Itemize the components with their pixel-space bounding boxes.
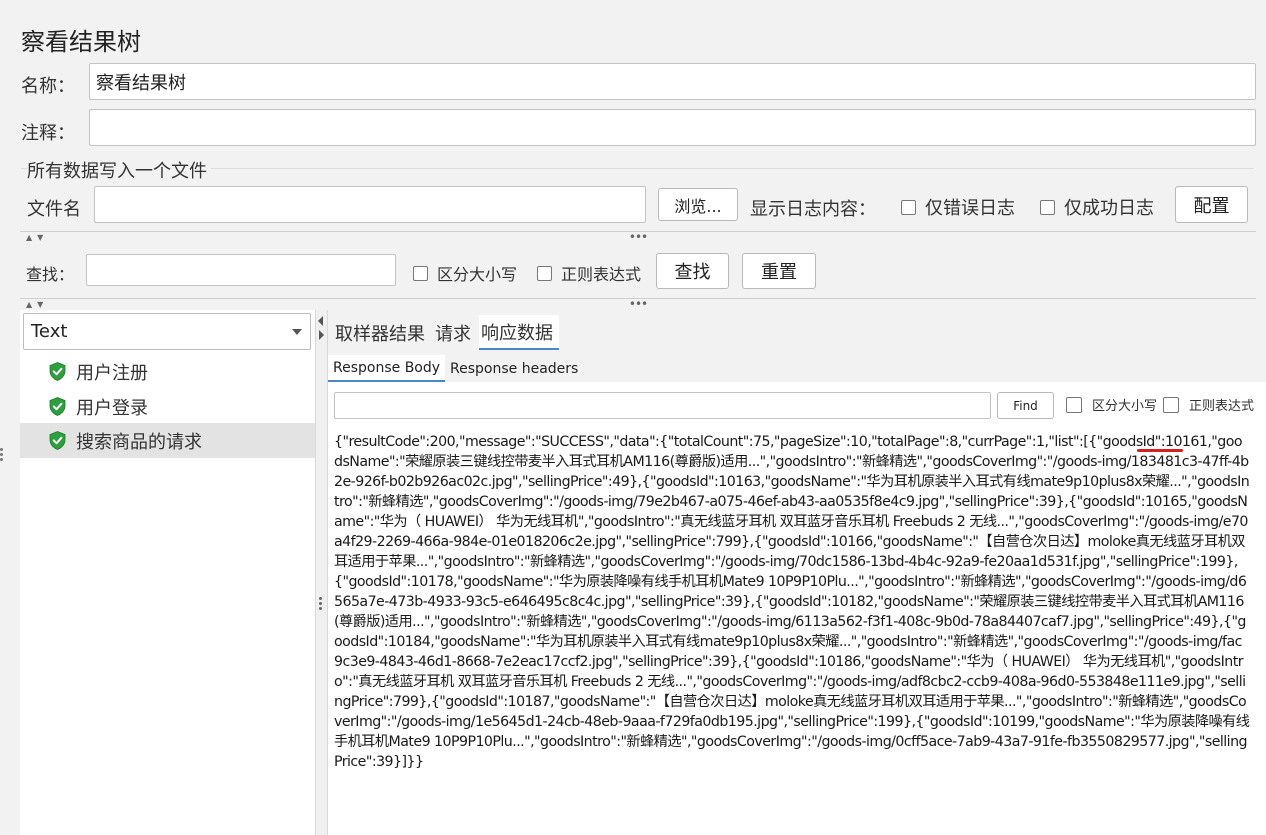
left-edge-grip-icon[interactable] [0, 448, 4, 461]
tree-item-label: 用户登录 [76, 397, 148, 419]
page-title: 察看结果树 [21, 28, 141, 56]
comment-field[interactable] [89, 109, 1256, 146]
search-label: 查找： [26, 265, 75, 284]
splitter-grip-icon: ••• [628, 297, 648, 311]
response-body-text[interactable]: {"resultCode":200,"message":"SUCCESS","d… [334, 432, 1250, 772]
success-shield-icon [49, 362, 66, 381]
regex-box[interactable] [537, 265, 552, 281]
tree-item-user-login[interactable]: 用户登录 [20, 389, 315, 424]
success-only-label: 仅成功日志 [1064, 198, 1154, 219]
collapse-left-icon[interactable] [318, 316, 323, 326]
filename-label: 文件名 [27, 199, 81, 220]
result-tabs: 取样器结果 请求 响应数据 [333, 315, 561, 350]
vertical-splitter[interactable] [315, 310, 328, 835]
response-find-button[interactable]: Find [997, 392, 1054, 419]
file-group-title: 所有数据写入一个文件 [27, 157, 211, 183]
tab-response-headers[interactable]: Response headers [445, 355, 583, 382]
log-content-label: 显示日志内容： [750, 199, 876, 220]
renderer-select-value: Text [31, 321, 68, 342]
response-tabs: Response Body Response headers [328, 355, 583, 382]
response-regex-box[interactable] [1163, 396, 1179, 413]
filename-field[interactable] [94, 186, 646, 223]
case-sensitive-checkbox[interactable]: 区分大小写 [413, 261, 517, 285]
response-case-box[interactable] [1066, 396, 1082, 413]
chevron-down-icon[interactable] [292, 329, 302, 335]
highlight-underline [1137, 449, 1183, 452]
reset-button[interactable]: 重置 [742, 253, 816, 289]
errors-only-label: 仅错误日志 [925, 198, 1015, 219]
comment-label: 注释： [21, 123, 75, 144]
tab-response-data[interactable]: 响应数据 [479, 315, 559, 350]
response-regex-checkbox[interactable]: 正则表达式 [1163, 395, 1254, 414]
splitter-arrows-icon[interactable]: ▲▼ [26, 300, 48, 309]
success-shield-icon [49, 431, 66, 450]
browse-button[interactable]: 浏览... [658, 188, 738, 221]
case-sensitive-box[interactable] [413, 265, 428, 281]
vertical-grip-icon [319, 597, 323, 612]
splitter-top[interactable]: ▲▼ ••• [20, 230, 1256, 244]
case-sensitive-label: 区分大小写 [437, 265, 518, 284]
tree-item-label: 用户注册 [76, 362, 148, 384]
tab-response-body[interactable]: Response Body [328, 355, 446, 382]
tab-sampler-result[interactable]: 取样器结果 [333, 315, 431, 350]
tree-item-label: 搜索商品的请求 [76, 431, 202, 453]
success-only-checkbox[interactable]: 仅成功日志 [1040, 194, 1154, 220]
splitter-middle[interactable]: ▲▼ ••• [20, 297, 1256, 311]
collapse-right-icon[interactable] [319, 330, 324, 340]
regex-label: 正则表达式 [561, 265, 642, 284]
name-field[interactable]: 察看结果树 [89, 63, 1256, 100]
response-case-checkbox[interactable]: 区分大小写 [1066, 395, 1157, 414]
find-button[interactable]: 查找 [656, 253, 729, 289]
splitter-arrows-icon[interactable]: ▲▼ [26, 233, 48, 242]
response-case-label: 区分大小写 [1092, 399, 1158, 414]
errors-only-box[interactable] [901, 199, 916, 215]
name-label: 名称： [21, 76, 75, 97]
errors-only-checkbox[interactable]: 仅错误日志 [901, 194, 1015, 220]
tree-item-search-goods[interactable]: 搜索商品的请求 [20, 423, 315, 458]
tree-item-user-register[interactable]: 用户注册 [20, 354, 315, 389]
response-search-input[interactable] [334, 392, 991, 419]
response-regex-label: 正则表达式 [1189, 399, 1255, 414]
success-shield-icon [49, 397, 66, 416]
regex-checkbox[interactable]: 正则表达式 [537, 261, 641, 285]
tab-request[interactable]: 请求 [433, 315, 477, 350]
splitter-grip-icon: ••• [628, 230, 648, 244]
renderer-select[interactable]: Text [23, 313, 311, 350]
config-button[interactable]: 配置 [1175, 186, 1248, 223]
search-input[interactable] [86, 254, 396, 286]
success-only-box[interactable] [1040, 199, 1055, 215]
